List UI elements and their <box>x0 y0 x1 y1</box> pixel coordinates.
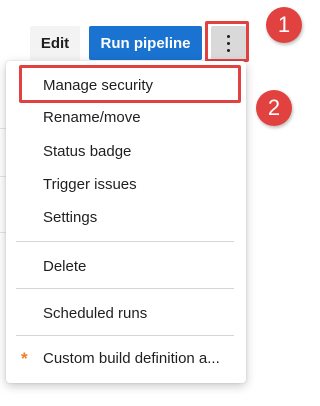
star-icon: * <box>21 349 28 368</box>
menu-item-scheduled-runs[interactable]: Scheduled runs <box>6 298 246 330</box>
more-actions-menu: Manage security Rename/move Status badge… <box>6 61 246 383</box>
menu-item-trigger-issues[interactable]: Trigger issues <box>6 169 246 201</box>
annotation-highlight-more-button <box>205 21 249 62</box>
annotation-badge-2: 2 <box>256 90 292 126</box>
annotation-badge-1: 1 <box>266 7 302 43</box>
menu-item-label: Custom build definition a... <box>43 350 220 367</box>
menu-item-status-badge[interactable]: Status badge <box>6 136 246 168</box>
menu-item-label: Delete <box>43 258 87 275</box>
menu-item-label: Rename/move <box>43 109 141 126</box>
annotation-highlight-manage-security <box>19 65 241 103</box>
menu-divider <box>16 288 234 289</box>
menu-item-rename-move[interactable]: Rename/move <box>6 102 246 134</box>
menu-item-custom-build-definition[interactable]: * Custom build definition a... <box>6 343 246 375</box>
menu-item-label: Scheduled runs <box>43 305 148 322</box>
menu-item-label: Settings <box>43 209 98 226</box>
menu-item-delete[interactable]: Delete <box>6 251 246 283</box>
run-pipeline-button[interactable]: Run pipeline <box>89 26 202 60</box>
menu-item-settings[interactable]: Settings <box>6 202 246 234</box>
menu-item-label: Trigger issues <box>43 176 137 193</box>
edit-button[interactable]: Edit <box>30 26 80 60</box>
menu-item-label: Status badge <box>43 143 132 160</box>
menu-divider <box>16 335 234 336</box>
menu-divider <box>16 241 234 242</box>
